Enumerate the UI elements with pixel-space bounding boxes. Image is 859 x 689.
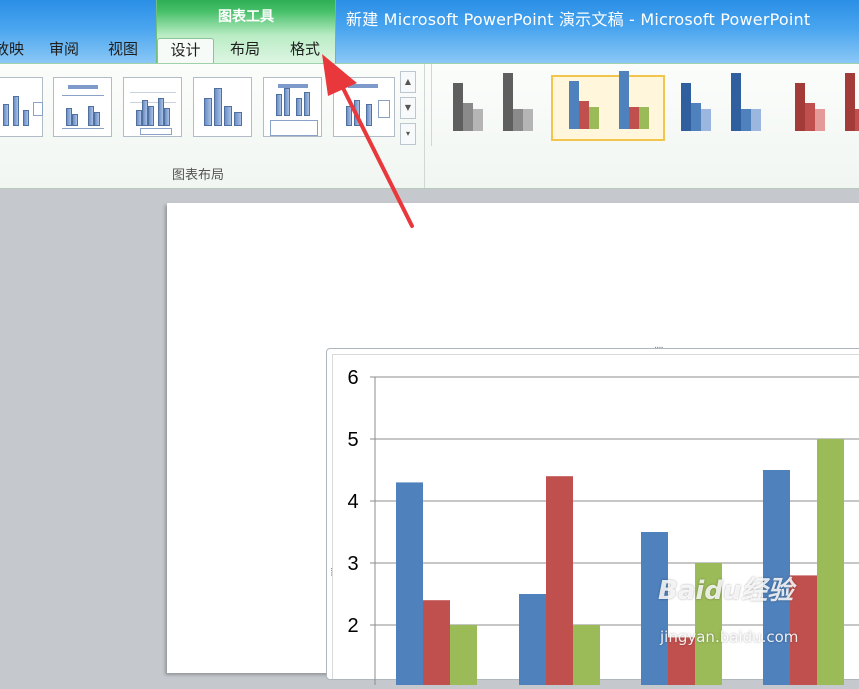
bar-series-1-category-2[interactable] <box>519 594 546 685</box>
style-swatch-bar <box>569 81 579 129</box>
bar-series-2-category-2[interactable] <box>546 476 573 685</box>
style-swatch-bar <box>845 73 855 131</box>
style-swatch-bar <box>815 109 825 131</box>
style-swatch-bar <box>589 107 599 129</box>
chart-tools-label: 图表工具 <box>218 9 274 25</box>
chart-resize-handle[interactable]: ···· <box>654 343 664 354</box>
tab-format[interactable]: 格式 <box>284 38 326 64</box>
chart-layout-thumbnail[interactable] <box>0 77 43 137</box>
window-title: 新建 Microsoft PowerPoint 演示文稿 - Microsoft… <box>346 10 811 29</box>
style-swatch-bar <box>523 109 533 131</box>
y-tick-label: 5 <box>347 429 358 451</box>
style-swatch-bar <box>453 83 463 131</box>
style-swatch-bar <box>741 109 751 131</box>
style-swatch-bar <box>691 103 701 131</box>
chart-styles-group <box>431 64 859 146</box>
ribbon: ▲ ▼ ▾ 图表布局 <box>0 63 859 189</box>
style-swatch-bar <box>731 73 741 131</box>
chart-layout-thumbnail[interactable] <box>263 77 322 137</box>
tab-design[interactable]: 设计 <box>157 38 214 64</box>
y-tick-label: 2 <box>347 615 358 637</box>
style-swatch-bar <box>619 71 629 129</box>
style-swatch-bar <box>579 101 589 129</box>
chart-style-thumbnail[interactable] <box>551 71 665 141</box>
style-swatch-bar <box>805 103 815 131</box>
style-swatch-bar <box>503 73 513 131</box>
tab-slideshow[interactable]: 放映 <box>0 38 24 64</box>
chart-style-thumbnail[interactable] <box>665 73 779 141</box>
y-tick-label: 3 <box>347 553 358 575</box>
style-swatch-bar <box>463 103 473 131</box>
chart-layout-thumbnail[interactable] <box>123 77 182 137</box>
style-swatch-bar <box>473 109 483 131</box>
bar-series-3-category-2[interactable] <box>573 625 600 685</box>
tab-review[interactable]: 审阅 <box>44 38 84 64</box>
chart-style-thumbnail[interactable] <box>779 73 859 141</box>
style-swatch-bar <box>513 109 523 131</box>
style-swatch-bar <box>795 83 805 131</box>
style-swatch-bar <box>639 107 649 129</box>
bar-series-3-category-4[interactable] <box>817 439 844 685</box>
chart-layout-thumbnail[interactable] <box>53 77 112 137</box>
style-swatch-bar <box>855 109 859 131</box>
bar-series-1-category-1[interactable] <box>396 482 423 685</box>
y-tick-label: 4 <box>347 491 358 513</box>
gallery-scroll-down-button[interactable]: ▼ <box>400 97 416 119</box>
chart-layouts-group: ▲ ▼ ▾ 图表布局 <box>0 64 425 188</box>
bar-series-2-category-1[interactable] <box>423 600 450 685</box>
style-swatch-bar <box>751 109 761 131</box>
style-swatch-bar <box>701 109 711 131</box>
bar-series-3-category-1[interactable] <box>450 625 477 685</box>
style-swatch-bar <box>681 83 691 131</box>
baidu-watermark-logo: Baidu经验 <box>658 576 794 606</box>
style-swatch-bar <box>629 107 639 129</box>
chart-layout-thumbnail[interactable] <box>193 77 252 137</box>
chart-layout-thumbnail[interactable] <box>333 77 395 137</box>
y-tick-label: 6 <box>347 367 358 389</box>
title-bar: 图表工具 新建 Microsoft PowerPoint 演示文稿 - Micr… <box>0 0 859 64</box>
chart-style-thumbnail[interactable] <box>437 73 551 141</box>
gallery-scroll-up-button[interactable]: ▲ <box>400 71 416 93</box>
gallery-more-button[interactable]: ▾ <box>400 123 416 145</box>
tab-view[interactable]: 视图 <box>103 38 143 64</box>
chart-layouts-group-label: 图表布局 <box>171 168 224 183</box>
bar-series-1-category-3[interactable] <box>641 532 668 685</box>
tab-layout[interactable]: 布局 <box>224 38 266 64</box>
baidu-watermark-url: jingyan.baidu.com <box>660 628 799 646</box>
